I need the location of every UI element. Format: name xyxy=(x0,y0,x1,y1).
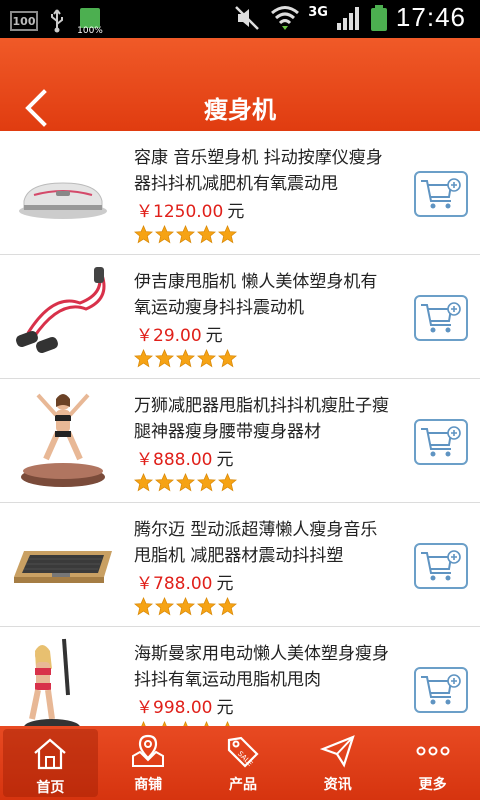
product-item[interactable]: 海斯曼家用电动懒人美体塑身瘦身抖抖有氧运动甩脂机甩肉 ￥998.00 元 xyxy=(0,627,480,726)
product-name[interactable]: 腾尔迈 型动派超薄懒人瘦身音乐甩脂机 减肥器材震动抖抖塑 xyxy=(134,517,394,569)
usb-icon xyxy=(51,9,63,33)
star-icon xyxy=(197,225,216,244)
star-icon xyxy=(134,473,153,492)
home-icon xyxy=(34,738,67,770)
star-icon xyxy=(134,225,153,244)
product-image xyxy=(21,393,105,487)
add-to-cart-button[interactable] xyxy=(414,543,468,589)
rating-stars xyxy=(134,473,237,492)
cart-add-icon xyxy=(421,550,461,581)
rating-stars xyxy=(134,225,237,244)
price-unit: 元 xyxy=(227,202,245,222)
cart-add-icon xyxy=(421,674,461,705)
price-unit: 元 xyxy=(216,698,234,718)
rating-stars xyxy=(134,597,237,616)
mute-icon xyxy=(235,5,260,30)
product-list[interactable]: 容康 音乐塑身机 抖动按摩仪瘦身器抖抖机减肥机有氧震动甩 ￥1250.00元 xyxy=(0,131,480,726)
star-icon xyxy=(134,349,153,368)
tag-icon: SALE xyxy=(227,736,259,768)
signal-icon xyxy=(336,6,359,30)
network-label: 3G xyxy=(308,5,328,20)
nav-label: 首页 xyxy=(36,780,65,796)
star-icon xyxy=(218,473,237,492)
battery-small-label: 100% xyxy=(77,26,103,36)
price-row: ￥888.00 元 xyxy=(136,445,233,470)
bottom-nav: 首页 商铺 SALE 产品 资讯 更多 xyxy=(0,726,480,800)
title-bar: 瘦身机 xyxy=(0,38,480,131)
product-price: ￥29.00 xyxy=(136,326,202,346)
star-icon xyxy=(134,597,153,616)
send-icon xyxy=(319,735,355,768)
product-item[interactable]: 容康 音乐塑身机 抖动按摩仪瘦身器抖抖机减肥机有氧震动甩 ￥1250.00 元 xyxy=(0,131,480,255)
cart-add-icon xyxy=(421,302,461,333)
product-name[interactable]: 容康 音乐塑身机 抖动按摩仪瘦身器抖抖机减肥机有氧震动甩 xyxy=(134,145,394,197)
star-icon xyxy=(197,597,216,616)
wifi-icon xyxy=(271,5,300,30)
cart-add-icon xyxy=(421,178,461,209)
nav-home[interactable]: 首页 xyxy=(3,729,98,797)
cart-add-icon xyxy=(421,426,461,457)
star-icon xyxy=(218,349,237,368)
add-to-cart-button[interactable] xyxy=(414,419,468,465)
product-name[interactable]: 海斯曼家用电动懒人美体塑身瘦身抖抖有氧运动甩脂机甩肉 xyxy=(134,641,394,693)
product-item[interactable]: 万狮减肥器甩脂机抖抖机瘦肚子瘦腿神器瘦身腰带瘦身器材 ￥888.00 元 xyxy=(0,379,480,503)
price-unit: 元 xyxy=(216,450,234,470)
product-name[interactable]: 伊吉康甩脂机 懒人美体塑身机有氧运动瘦身抖抖震动机 xyxy=(134,269,394,321)
nav-more[interactable]: 更多 xyxy=(385,726,480,800)
price-row: ￥1250.00 元 xyxy=(136,197,244,222)
product-image xyxy=(19,182,107,219)
price-row: ￥29.00 元 xyxy=(136,321,223,346)
product-price: ￥788.00 xyxy=(136,574,213,594)
nav-label: 更多 xyxy=(418,777,447,793)
price-unit: 元 xyxy=(216,574,234,594)
nav-news[interactable]: 资讯 xyxy=(290,726,385,800)
star-icon xyxy=(176,597,195,616)
price-unit: 元 xyxy=(205,326,223,346)
more-icon xyxy=(416,746,450,756)
screen-icon: 100 xyxy=(10,11,38,31)
product-item[interactable]: 腾尔迈 型动派超薄懒人瘦身音乐甩脂机 减肥器材震动抖抖塑 ￥788.00 元 xyxy=(0,503,480,627)
star-icon xyxy=(218,225,237,244)
add-to-cart-button[interactable] xyxy=(414,171,468,217)
star-icon xyxy=(155,349,174,368)
product-image xyxy=(24,638,80,726)
product-price: ￥1250.00 xyxy=(136,202,224,222)
map-icon xyxy=(132,734,165,767)
page-title: 瘦身机 xyxy=(204,96,276,124)
clock: 17:46 xyxy=(395,2,466,32)
nav-products[interactable]: SALE 产品 xyxy=(196,726,291,800)
rating-stars xyxy=(134,349,237,368)
product-item[interactable]: 伊吉康甩脂机 懒人美体塑身机有氧运动瘦身抖抖震动机 ￥29.00 元 xyxy=(0,255,480,379)
product-image xyxy=(16,267,106,353)
price-row: ￥788.00 元 xyxy=(136,569,233,594)
price-row: ￥998.00 元 xyxy=(136,693,233,718)
star-icon xyxy=(176,349,195,368)
nav-label: 资讯 xyxy=(323,777,352,793)
star-icon xyxy=(155,225,174,244)
star-icon xyxy=(218,597,237,616)
nav-shops[interactable]: 商铺 xyxy=(101,726,196,800)
battery-small-icon: 100% xyxy=(76,6,104,36)
product-price: ￥998.00 xyxy=(136,698,213,718)
product-image xyxy=(14,551,112,583)
status-bar: 100 100% 3G 17:46 xyxy=(0,0,480,38)
product-price: ￥888.00 xyxy=(136,450,213,470)
add-to-cart-button[interactable] xyxy=(414,667,468,713)
star-icon xyxy=(155,473,174,492)
product-name[interactable]: 万狮减肥器甩脂机抖抖机瘦肚子瘦腿神器瘦身腰带瘦身器材 xyxy=(134,393,394,445)
star-icon xyxy=(176,473,195,492)
add-to-cart-button[interactable] xyxy=(414,295,468,341)
battery-icon xyxy=(370,4,387,31)
nav-label: 产品 xyxy=(228,777,257,793)
star-icon xyxy=(176,225,195,244)
star-icon xyxy=(155,597,174,616)
star-icon xyxy=(197,473,216,492)
star-icon xyxy=(197,349,216,368)
nav-label: 商铺 xyxy=(134,777,163,793)
